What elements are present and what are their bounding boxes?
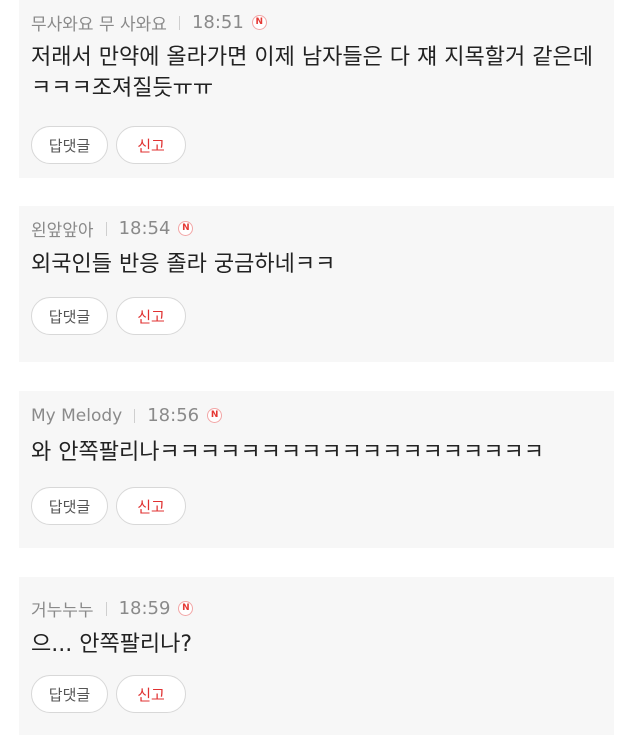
comment-body: 와 안쪽팔리나ㅋㅋㅋㅋㅋㅋㅋㅋㅋㅋㅋㅋㅋㅋㅋㅋㅋㅋㅋ xyxy=(31,440,544,465)
comment-meta: My Melody 18:56 N xyxy=(31,405,223,426)
report-button[interactable]: 신고 xyxy=(116,675,186,713)
comment-actions: 답댓글 신고 xyxy=(31,297,186,335)
meta-divider xyxy=(178,15,180,30)
reply-button[interactable]: 답댓글 xyxy=(31,487,108,525)
comment-time: 18:56 xyxy=(147,405,200,426)
comment-actions: 답댓글 신고 xyxy=(31,675,186,713)
comment-meta: 거누누누 18:59 N xyxy=(31,596,194,621)
comment-card: 왼앞앞아 18:54 N 외국인들 반응 졸라 궁금하네ㅋㅋ 답댓글 신고 xyxy=(19,206,614,362)
comment-time: 18:51 xyxy=(191,12,244,33)
report-button[interactable]: 신고 xyxy=(116,126,186,164)
reply-button[interactable]: 답댓글 xyxy=(31,126,108,164)
comment-body: 저래서 만약에 올라가면 이제 남자들은 다 쟤 지목할거 같은데ㅋㅋㅋ조져질듯… xyxy=(31,45,593,101)
comment-author[interactable]: 무사와요 무 사와요 xyxy=(31,10,167,35)
new-badge-icon: N xyxy=(178,601,194,616)
report-button[interactable]: 신고 xyxy=(116,487,186,525)
comment-meta: 무사와요 무 사와요 18:51 N xyxy=(31,10,267,35)
new-badge-icon: N xyxy=(207,408,223,423)
comment-card: 무사와요 무 사와요 18:51 N 저래서 만약에 올라가면 이제 남자들은 … xyxy=(19,0,614,178)
comment-actions: 답댓글 신고 xyxy=(31,126,186,164)
comment-actions: 답댓글 신고 xyxy=(31,487,186,525)
comment-time: 18:54 xyxy=(118,218,171,239)
reply-button[interactable]: 답댓글 xyxy=(31,297,108,335)
comment-author[interactable]: My Melody xyxy=(31,406,122,426)
comment-author[interactable]: 왼앞앞아 xyxy=(31,216,94,241)
new-badge-icon: N xyxy=(178,221,194,236)
comment-body: 으... 안쪽팔리나? xyxy=(31,632,193,657)
meta-divider xyxy=(105,601,107,616)
new-badge-icon: N xyxy=(251,15,267,30)
comment-card: My Melody 18:56 N 와 안쪽팔리나ㅋㅋㅋㅋㅋㅋㅋㅋㅋㅋㅋㅋㅋㅋㅋ… xyxy=(19,391,614,548)
comment-time: 18:59 xyxy=(118,598,171,619)
comment-body: 외국인들 반응 졸라 궁금하네ㅋㅋ xyxy=(31,252,336,277)
meta-divider xyxy=(105,221,107,236)
meta-divider xyxy=(134,408,136,423)
report-button[interactable]: 신고 xyxy=(116,297,186,335)
reply-button[interactable]: 답댓글 xyxy=(31,675,108,713)
comment-card: 거누누누 18:59 N 으... 안쪽팔리나? 답댓글 신고 xyxy=(19,577,614,735)
comment-author[interactable]: 거누누누 xyxy=(31,596,94,621)
comment-meta: 왼앞앞아 18:54 N xyxy=(31,216,194,241)
